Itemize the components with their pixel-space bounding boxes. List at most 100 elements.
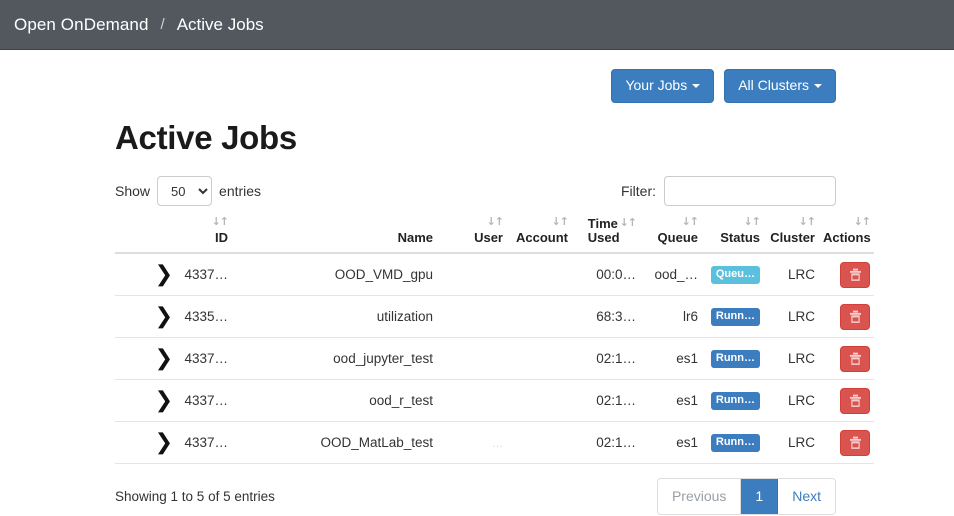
cell-cluster: LRC bbox=[764, 295, 819, 339]
trash-icon bbox=[849, 394, 861, 407]
cell-account bbox=[507, 421, 572, 465]
th-account[interactable]: ↓↑ Account bbox=[507, 216, 572, 255]
active-jobs-table: ↓↑ ID ↓↑ Name ↓↑ User ↓↑ Account bbox=[115, 216, 874, 465]
cell-id: 4335… bbox=[177, 295, 232, 339]
th-cluster-label: Cluster bbox=[770, 230, 815, 246]
cell-name: OOD_MatLab_test bbox=[232, 421, 437, 465]
table-header-row: ↓↑ ID ↓↑ Name ↓↑ User ↓↑ Account bbox=[115, 216, 874, 255]
brand-link[interactable]: Open OnDemand bbox=[14, 15, 149, 35]
delete-job-button[interactable] bbox=[840, 261, 870, 288]
th-time-used[interactable]: Time Used ↓↑ bbox=[572, 216, 640, 255]
delete-job-button[interactable] bbox=[840, 345, 870, 372]
cell-status: Runn… bbox=[702, 295, 764, 339]
breadcrumb-current: Active Jobs bbox=[176, 14, 264, 34]
status-badge: Runn… bbox=[710, 391, 760, 410]
your-jobs-dropdown-button[interactable]: Your Jobs bbox=[611, 69, 715, 104]
expand-row-chevron-icon[interactable]: ❯ bbox=[155, 346, 173, 371]
cell-account bbox=[507, 337, 572, 381]
th-id[interactable]: ↓↑ ID bbox=[177, 216, 232, 255]
cell-actions bbox=[819, 253, 874, 297]
cell-cluster: LRC bbox=[764, 421, 819, 465]
your-jobs-label: Your Jobs bbox=[625, 77, 688, 93]
pagination-page-1[interactable]: 1 bbox=[741, 479, 779, 515]
all-clusters-dropdown-button[interactable]: All Clusters bbox=[724, 69, 836, 104]
sort-icon[interactable]: ↓↑ bbox=[706, 216, 761, 230]
pagination-previous[interactable]: Previous bbox=[657, 479, 742, 515]
cell-account bbox=[507, 295, 572, 339]
delete-job-button[interactable] bbox=[840, 303, 870, 330]
delete-job-button[interactable] bbox=[840, 387, 870, 414]
th-name-label: Name bbox=[397, 230, 433, 246]
expand-row-chevron-icon[interactable]: ❯ bbox=[155, 388, 173, 413]
cell-queue: es1 bbox=[640, 421, 702, 465]
cell-queue: lr6 bbox=[640, 295, 702, 339]
delete-job-button[interactable] bbox=[840, 429, 870, 456]
sort-icon[interactable]: ↓↑ bbox=[181, 216, 229, 230]
th-status-label: Status bbox=[720, 230, 760, 246]
cell-status: Runn… bbox=[702, 421, 764, 465]
filter-button-row: Your Jobs All Clusters bbox=[0, 50, 954, 104]
cell-status: Runn… bbox=[702, 337, 764, 381]
status-badge: Runn… bbox=[710, 349, 760, 368]
table-head: ↓↑ ID ↓↑ Name ↓↑ User ↓↑ Account bbox=[115, 216, 874, 255]
cell-expand[interactable]: ❯ bbox=[115, 295, 177, 339]
all-clusters-label: All Clusters bbox=[738, 77, 809, 93]
th-expand bbox=[115, 216, 177, 255]
page-length-select[interactable]: 50 bbox=[157, 176, 213, 207]
cell-user: … bbox=[437, 421, 507, 465]
cell-user bbox=[437, 337, 507, 381]
cell-name: OOD_VMD_gpu bbox=[232, 253, 437, 297]
th-user[interactable]: ↓↑ User bbox=[437, 216, 507, 255]
cell-time-used: 02:1… bbox=[572, 421, 640, 465]
table-row[interactable]: ❯ 4337… OOD_VMD_gpu 00:0… ood_… Queu… LRC bbox=[115, 253, 874, 297]
cell-cluster: LRC bbox=[764, 337, 819, 381]
entries-label: entries bbox=[219, 183, 262, 200]
cell-actions bbox=[819, 379, 874, 423]
cell-expand[interactable]: ❯ bbox=[115, 421, 177, 465]
sort-icon[interactable]: ↓↑ bbox=[768, 216, 816, 230]
sort-icon[interactable]: ↓↑ bbox=[441, 216, 504, 230]
table-body: ❯ 4337… OOD_VMD_gpu 00:0… ood_… Queu… LRC ❯ 4335… bbox=[115, 253, 874, 465]
cell-user bbox=[437, 379, 507, 423]
th-status[interactable]: ↓↑ Status bbox=[702, 216, 764, 255]
status-badge: Runn… bbox=[710, 307, 760, 326]
sort-icon[interactable]: ↓↑ bbox=[823, 216, 871, 230]
top-navbar: Open OnDemand / Active Jobs bbox=[0, 0, 954, 50]
cell-expand[interactable]: ❯ bbox=[115, 379, 177, 423]
cell-user bbox=[437, 253, 507, 297]
pagination-next[interactable]: Next bbox=[778, 479, 835, 515]
cell-expand[interactable]: ❯ bbox=[115, 337, 177, 381]
cell-actions bbox=[819, 421, 874, 465]
filter-control: Filter: bbox=[621, 176, 836, 207]
expand-row-chevron-icon[interactable]: ❯ bbox=[155, 304, 173, 329]
table-row[interactable]: ❯ 4337… ood_r_test 02:1… es1 Runn… LRC bbox=[115, 379, 874, 423]
sort-icon[interactable]: ↓↑ bbox=[644, 216, 699, 230]
th-cluster[interactable]: ↓↑ Cluster bbox=[764, 216, 819, 255]
cell-queue: es1 bbox=[640, 337, 702, 381]
pagination: Previous 1 Next bbox=[656, 478, 836, 516]
cell-name: ood_r_test bbox=[232, 379, 437, 423]
sort-icon[interactable]: ↓↑ bbox=[511, 216, 569, 230]
table-row[interactable]: ❯ 4337… OOD_MatLab_test … 02:1… es1 Runn… LRC bbox=[115, 421, 874, 465]
cell-id: 4337… bbox=[177, 337, 232, 381]
cell-cluster: LRC bbox=[764, 379, 819, 423]
expand-row-chevron-icon[interactable]: ❯ bbox=[155, 430, 173, 455]
th-queue[interactable]: ↓↑ Queue bbox=[640, 216, 702, 255]
th-user-label: User bbox=[474, 230, 503, 246]
cell-time-used: 02:1… bbox=[572, 379, 640, 423]
cell-time-used: 68:3… bbox=[572, 295, 640, 339]
cell-cluster: LRC bbox=[764, 253, 819, 297]
cell-queue: es1 bbox=[640, 379, 702, 423]
th-name[interactable]: ↓↑ Name bbox=[232, 216, 437, 255]
expand-row-chevron-icon[interactable]: ❯ bbox=[155, 262, 173, 287]
cell-id: 4337… bbox=[177, 379, 232, 423]
cell-queue: ood_… bbox=[640, 253, 702, 297]
table-row[interactable]: ❯ 4337… ood_jupyter_test 02:1… es1 Runn… LRC bbox=[115, 337, 874, 381]
cell-expand[interactable]: ❯ bbox=[115, 253, 177, 297]
filter-input[interactable] bbox=[664, 176, 836, 207]
trash-icon bbox=[849, 352, 861, 365]
table-row[interactable]: ❯ 4335… utilization 68:3… lr6 Runn… LRC bbox=[115, 295, 874, 339]
trash-icon bbox=[849, 268, 861, 281]
th-actions[interactable]: ↓↑ Actions bbox=[819, 216, 874, 255]
sort-icon[interactable]: ↓↑ bbox=[620, 217, 637, 229]
